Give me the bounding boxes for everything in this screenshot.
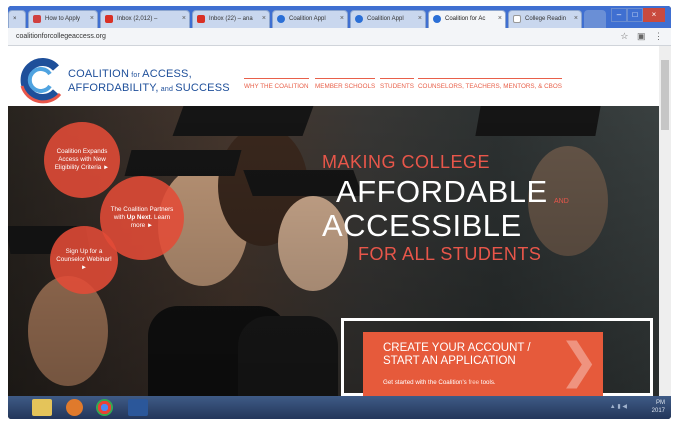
gmail-favicon-icon bbox=[105, 15, 113, 23]
tab-close-icon[interactable]: × bbox=[13, 16, 17, 22]
tab-label: Inbox (22) – ana bbox=[209, 16, 253, 22]
gmail-favicon-icon bbox=[197, 15, 205, 23]
media-player-icon[interactable] bbox=[66, 399, 83, 416]
url-field[interactable]: coalitionforcollegeaccess.org bbox=[16, 33, 106, 40]
bubble-text-bold: Up Next bbox=[126, 214, 151, 221]
taskbar-clock[interactable]: PM 2017 bbox=[652, 399, 665, 415]
system-tray-icons[interactable]: ▲ ▮ ◀ bbox=[610, 403, 627, 410]
address-bar: coalitionforcollegeaccess.org ☆ ▣ ⋮ bbox=[8, 28, 671, 46]
maximize-icon[interactable]: □ bbox=[627, 8, 643, 22]
window-controls: – □ × bbox=[611, 8, 667, 22]
headline-accessible: ACCESSIBLE bbox=[322, 208, 522, 243]
coalition-favicon-icon bbox=[355, 15, 363, 23]
tab-label: Coalition Appl bbox=[289, 16, 326, 22]
tab-label: Coalition Appl bbox=[367, 16, 404, 22]
site-header: COALITION for ACCESS, AFFORDABILITY, and… bbox=[8, 46, 659, 106]
nav-why-the-coalition[interactable]: WHY THE COALITION bbox=[244, 78, 309, 90]
tab-coalition-home[interactable]: Coalition for Ac × bbox=[428, 10, 506, 28]
file-explorer-icon[interactable] bbox=[32, 399, 52, 416]
tab-label: How to Apply bbox=[45, 16, 81, 22]
tab-closed-stub[interactable]: × bbox=[8, 10, 26, 28]
minimize-icon[interactable]: – bbox=[611, 8, 627, 22]
nav-students[interactable]: STUDENTS bbox=[380, 78, 414, 90]
page-scrollbar[interactable] bbox=[659, 46, 671, 396]
news-bubble-eligibility[interactable]: Coalition Expands Access with New Eligib… bbox=[44, 122, 120, 198]
screenshot-frame: × How to Apply × Inbox (2,012) – × Inbox… bbox=[8, 6, 671, 419]
cta-title: CREATE YOUR ACCOUNT / START AN APPLICATI… bbox=[383, 342, 531, 367]
tab-inbox-1[interactable]: Inbox (2,012) – × bbox=[100, 10, 190, 28]
browser-menu-icon[interactable]: ⋮ bbox=[654, 31, 663, 41]
web-page: COALITION for ACCESS, AFFORDABILITY, and… bbox=[8, 46, 659, 396]
tab-how-to-apply[interactable]: How to Apply × bbox=[28, 10, 98, 28]
tab-close-icon[interactable]: × bbox=[340, 15, 344, 22]
word-icon[interactable] bbox=[128, 399, 148, 416]
tab-label: Coalition for Ac bbox=[445, 16, 486, 22]
tab-inbox-2[interactable]: Inbox (22) – ana × bbox=[192, 10, 270, 28]
site-logo-text[interactable]: COALITION for ACCESS, AFFORDABILITY, and… bbox=[68, 68, 230, 96]
tab-label: Inbox (2,012) – bbox=[117, 16, 158, 22]
scrollbar-thumb[interactable] bbox=[661, 60, 669, 130]
bubble-text: Sign Up for a Counselor Webinar! ► bbox=[56, 248, 112, 271]
hero-banner: Coalition Expands Access with New Eligib… bbox=[8, 106, 659, 396]
logo-line-2: AFFORDABILITY, and SUCCESS bbox=[68, 82, 230, 96]
bookmark-star-icon[interactable]: ☆ bbox=[620, 31, 628, 41]
cta-subtitle-free: free bbox=[468, 379, 480, 386]
windows-taskbar: ▲ ▮ ◀ PM 2017 bbox=[8, 396, 671, 419]
headline-and: AND bbox=[554, 198, 569, 205]
logo-line-1: COALITION for ACCESS, bbox=[68, 68, 230, 82]
bubble-text: The Coalition Partners with Up Next. Lea… bbox=[106, 206, 178, 230]
tab-coalition-app-1[interactable]: Coalition Appl × bbox=[272, 10, 348, 28]
tab-close-icon[interactable]: × bbox=[90, 15, 94, 22]
headline-for-all-students: FOR ALL STUDENTS bbox=[358, 244, 542, 264]
headline-affordable: AFFORDABLE bbox=[336, 174, 548, 209]
cta-subtitle-pre: Get started with the Coalition's bbox=[383, 379, 469, 386]
logo-word-affordability: AFFORDABILITY, bbox=[68, 82, 159, 94]
cta-subtitle-post: tools. bbox=[479, 379, 496, 386]
chevron-right-icon: ❯ bbox=[558, 335, 599, 388]
nav-member-schools[interactable]: MEMBER SCHOOLS bbox=[315, 78, 376, 90]
nav-counselors[interactable]: COUNSELORS, TEACHERS, MENTORS, & CBOS bbox=[418, 78, 562, 90]
new-tab-button[interactable] bbox=[584, 10, 606, 28]
page-favicon-icon bbox=[513, 15, 521, 23]
clock-date: 2017 bbox=[651, 408, 665, 414]
address-bar-icons: ☆ ▣ ⋮ bbox=[614, 31, 663, 42]
logo-word-for: for bbox=[129, 72, 143, 79]
tab-close-icon[interactable]: × bbox=[418, 15, 422, 22]
headline-making-college: MAKING COLLEGE bbox=[322, 152, 491, 172]
clock-time: PM bbox=[656, 400, 665, 406]
tab-close-icon[interactable]: × bbox=[574, 15, 578, 22]
extension-icon[interactable]: ▣ bbox=[637, 31, 646, 41]
logo-word-and: and bbox=[158, 86, 176, 93]
close-window-icon[interactable]: × bbox=[643, 8, 665, 22]
logo-word-success: SUCCESS bbox=[175, 82, 230, 94]
cta-subtitle: Get started with the Coalition's free to… bbox=[383, 379, 496, 386]
coalition-favicon-icon bbox=[277, 15, 285, 23]
tab-close-icon[interactable]: × bbox=[498, 15, 502, 22]
tab-coalition-app-2[interactable]: Coalition Appl × bbox=[350, 10, 426, 28]
shield-favicon-icon bbox=[33, 15, 41, 23]
browser-tab-bar: × How to Apply × Inbox (2,012) – × Inbox… bbox=[8, 6, 671, 28]
tab-close-icon[interactable]: × bbox=[182, 15, 186, 22]
chrome-icon[interactable] bbox=[96, 399, 113, 416]
coalition-favicon-icon bbox=[433, 15, 441, 23]
bubble-text: Coalition Expands Access with New Eligib… bbox=[54, 148, 110, 171]
coalition-logo-icon[interactable] bbox=[16, 56, 64, 104]
tab-close-icon[interactable]: × bbox=[262, 15, 266, 22]
create-account-button[interactable]: CREATE YOUR ACCOUNT / START AN APPLICATI… bbox=[363, 332, 603, 396]
tab-label: College Readin bbox=[525, 16, 567, 22]
logo-word-coalition: COALITION bbox=[68, 68, 130, 80]
tab-college-readiness[interactable]: College Readin × bbox=[508, 10, 582, 28]
logo-word-access: ACCESS, bbox=[142, 68, 192, 80]
news-bubble-webinar[interactable]: Sign Up for a Counselor Webinar! ► bbox=[50, 226, 118, 294]
